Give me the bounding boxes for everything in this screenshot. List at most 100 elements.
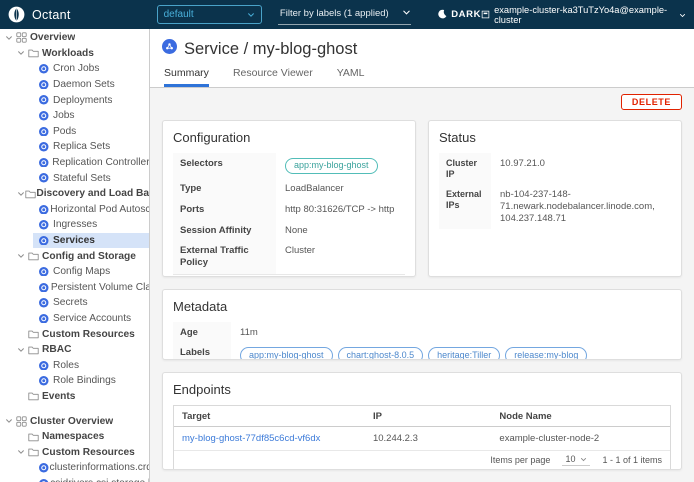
- status-summary-list: Cluster IP10.97.21.0External IPsnb-104-2…: [439, 153, 671, 229]
- chevron-down-icon[interactable]: [5, 417, 16, 425]
- selector-tag[interactable]: app:my-blog-ghost: [285, 158, 378, 174]
- sidebar-item-label: Cluster Overview: [30, 416, 113, 427]
- sidebar-item-clusterinformations-crd-projec[interactable]: clusterinformations.crd.projec: [0, 460, 149, 476]
- sidebar-item-persistent-volume-claims[interactable]: Persistent Volume Claims: [0, 280, 149, 296]
- folder-icon: [25, 189, 36, 199]
- octant-logo-icon: [8, 6, 25, 23]
- tab-summary[interactable]: Summary: [164, 67, 209, 87]
- summary-row-value: 11m: [231, 322, 671, 343]
- sidebar-item-namespaces[interactable]: Namespaces: [0, 429, 149, 445]
- chevron-down-icon[interactable]: [17, 448, 28, 456]
- app-header: Octant default DARK example-cluster-ka3T…: [0, 0, 694, 29]
- sidebar-item-daemon-sets[interactable]: Daemon Sets: [0, 77, 149, 93]
- resource-icon: [39, 283, 51, 293]
- cluster-icon: [481, 6, 490, 24]
- summary-row-value: app:my-blog-ghost: [276, 153, 405, 178]
- app-title: Octant: [32, 8, 71, 22]
- chevron-down-icon[interactable]: [402, 4, 411, 22]
- tab-bar: Summary Resource Viewer YAML: [164, 67, 682, 87]
- delete-button[interactable]: DELETE: [621, 94, 682, 110]
- sidebar-item-rbac[interactable]: RBAC: [0, 342, 149, 358]
- sidebar-item-label: csidrivers.csi.storage.k8s.io: [50, 478, 149, 482]
- sidebar-item-config-and-storage[interactable]: Config and Storage: [0, 248, 149, 264]
- folder-icon: [28, 251, 42, 261]
- resource-icon: [39, 111, 53, 121]
- endpoint-node-name: example-cluster-node-2: [491, 427, 670, 451]
- items-per-page-select[interactable]: 10: [562, 454, 590, 466]
- summary-row-ports: Portshttp 80:31626/TCP -> http: [173, 199, 405, 220]
- sidebar-item-label: Persistent Volume Claims: [51, 282, 149, 293]
- summary-row-external-traffic-policy: External Traffic PolicyCluster: [173, 241, 405, 274]
- metadata-card: Metadata Age11mLabelsapp:my-blog-ghostch…: [162, 289, 682, 360]
- sidebar-item-replication-controllers[interactable]: Replication Controllers: [0, 155, 149, 171]
- namespace-select[interactable]: default: [157, 5, 262, 24]
- sidebar-item-horizontal-pod-autoscalers[interactable]: Horizontal Pod Autoscalers: [0, 202, 149, 218]
- summary-row-label: Session Affinity: [173, 220, 276, 241]
- sidebar-item-jobs[interactable]: Jobs: [0, 108, 149, 124]
- sidebar-item-stateful-sets[interactable]: Stateful Sets: [0, 170, 149, 186]
- label-filter-input[interactable]: [278, 7, 402, 20]
- sidebar-item-replica-sets[interactable]: Replica Sets: [0, 139, 149, 155]
- chevron-down-icon[interactable]: [17, 346, 28, 354]
- resource-icon: [39, 127, 53, 137]
- sidebar-item-csidrivers-csi-storage-k8s-io[interactable]: csidrivers.csi.storage.k8s.io: [0, 476, 149, 482]
- service-icon: [162, 39, 177, 59]
- resource-icon: [39, 314, 53, 324]
- resource-icon: [39, 80, 53, 90]
- tab-resource-viewer[interactable]: Resource Viewer: [233, 67, 313, 87]
- sidebar-item-label: Jobs: [53, 110, 75, 121]
- sidebar-item-label: Deployments: [53, 95, 112, 106]
- sidebar-item-label: Custom Resources: [42, 447, 135, 458]
- theme-toggle-label: DARK: [451, 9, 481, 20]
- theme-toggle[interactable]: DARK: [437, 6, 481, 24]
- sidebar-item-role-bindings[interactable]: Role Bindings: [0, 373, 149, 389]
- label-tag[interactable]: app:my-blog-ghost: [240, 347, 333, 360]
- sidebar-item-custom-resources[interactable]: Custom Resources: [0, 326, 149, 342]
- summary-row-external-ips: External IPsnb-104-237-148-71.newark.nod…: [439, 185, 671, 230]
- chevron-down-icon[interactable]: [17, 49, 28, 57]
- sidebar-item-label: Replica Sets: [53, 141, 110, 152]
- label-tag[interactable]: release:my-blog: [505, 347, 587, 360]
- summary-row-label: Selectors: [173, 153, 276, 178]
- cluster-context-selector[interactable]: example-cluster-ka3TuTzYo4a@example-clus…: [481, 5, 686, 25]
- summary-row-cluster-ip: Cluster IP10.97.21.0: [439, 153, 671, 185]
- resource-icon: [39, 463, 49, 473]
- chevron-down-icon[interactable]: [17, 190, 25, 198]
- summary-row-label: Age: [173, 322, 231, 343]
- label-tag[interactable]: heritage:Tiller: [428, 347, 500, 360]
- sidebar-item-config-maps[interactable]: Config Maps: [0, 264, 149, 280]
- sidebar-item-custom-resources[interactable]: Custom Resources: [0, 444, 149, 460]
- chevron-down-icon[interactable]: [5, 34, 16, 42]
- endpoint-target-link[interactable]: my-blog-ghost-77df85c6cd-vf6dx: [174, 427, 365, 451]
- sidebar-item-service-accounts[interactable]: Service Accounts: [0, 311, 149, 327]
- sidebar-item-services[interactable]: Services: [0, 233, 149, 249]
- label-tag[interactable]: chart:ghost-8.0.5: [338, 347, 424, 360]
- column-header-ip: IP: [365, 406, 491, 427]
- summary-row-label: External IPs: [439, 185, 491, 230]
- sidebar-item-secrets[interactable]: Secrets: [0, 295, 149, 311]
- folder-icon: [28, 329, 42, 339]
- sidebar-item-roles[interactable]: Roles: [0, 357, 149, 373]
- sidebar-item-deployments[interactable]: Deployments: [0, 92, 149, 108]
- resource-icon: [39, 298, 53, 308]
- items-per-page-value: 10: [565, 454, 575, 464]
- tab-yaml[interactable]: YAML: [337, 67, 365, 87]
- chevron-down-icon[interactable]: [17, 252, 28, 260]
- sidebar-item-ingresses[interactable]: Ingresses: [0, 217, 149, 233]
- folder-icon: [28, 391, 42, 401]
- sidebar-item-pods[interactable]: Pods: [0, 124, 149, 140]
- chevron-down-icon: [247, 6, 255, 24]
- metadata-card-title: Metadata: [173, 299, 671, 314]
- sidebar-item-cluster-overview[interactable]: Cluster Overview: [0, 413, 149, 429]
- sidebar-item-discovery-and-load-balancing[interactable]: Discovery and Load Balancing: [0, 186, 149, 202]
- sidebar-item-events[interactable]: Events: [0, 389, 149, 405]
- sidebar-item-cron-jobs[interactable]: Cron Jobs: [0, 61, 149, 77]
- summary-row-value: LoadBalancer: [276, 178, 405, 199]
- sidebar-item-overview[interactable]: Overview: [0, 30, 149, 46]
- sidebar-item-workloads[interactable]: Workloads: [0, 46, 149, 62]
- label-filter: [278, 4, 411, 25]
- folder-icon: [28, 432, 42, 442]
- namespace-select-value: default: [164, 9, 247, 20]
- summary-row-label: Cluster IP: [439, 153, 491, 185]
- resource-icon: [39, 220, 53, 230]
